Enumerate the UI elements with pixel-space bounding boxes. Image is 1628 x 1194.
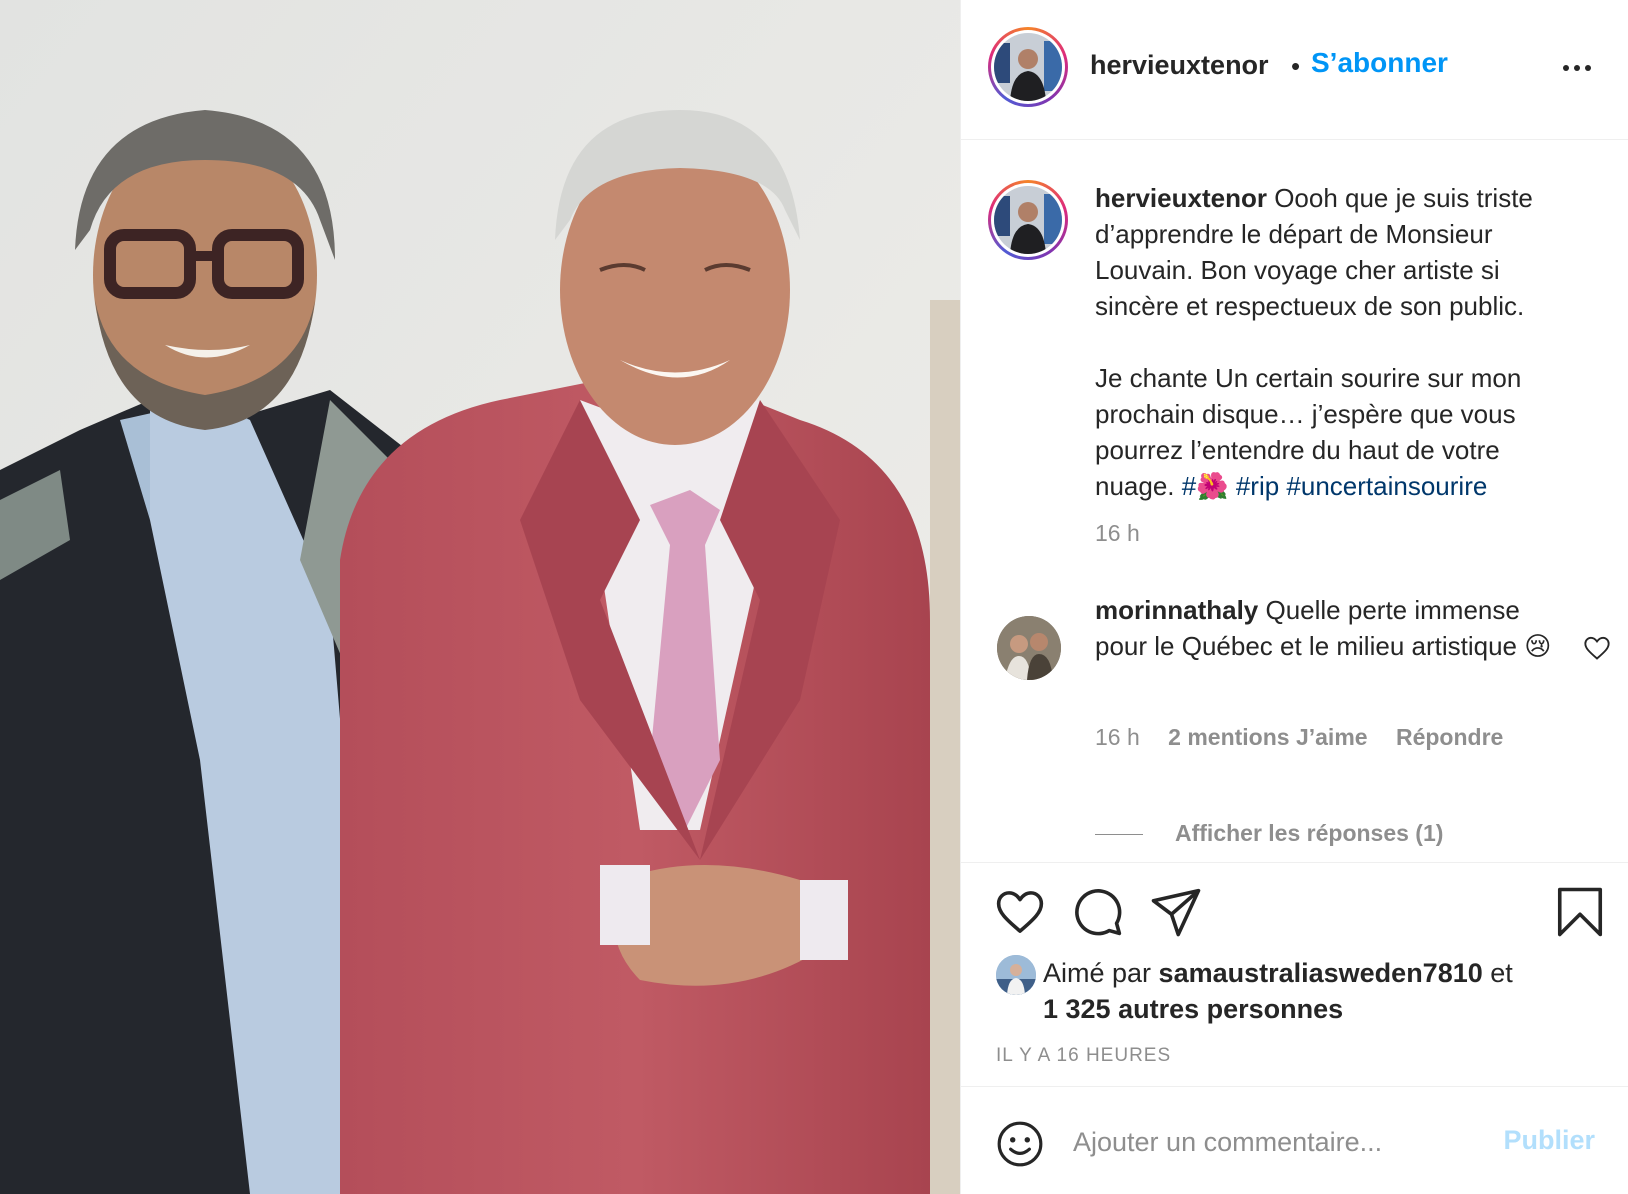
commenter-avatar[interactable] <box>997 616 1061 680</box>
liker-avatar-photo <box>996 955 1036 995</box>
publish-button[interactable]: Publier <box>1503 1125 1595 1156</box>
bookmark-icon[interactable] <box>1553 885 1607 939</box>
post-timestamp[interactable]: IL Y A 16 HEURES <box>996 1045 1171 1067</box>
caption-username[interactable]: hervieuxtenor <box>1095 183 1267 213</box>
author-username[interactable]: hervieuxtenor <box>1090 50 1269 81</box>
share-icon[interactable] <box>1149 885 1203 939</box>
hashtag-flower[interactable]: #🌺 <box>1182 471 1229 501</box>
comment-time[interactable]: 16 h <box>1095 724 1140 750</box>
view-replies-label: Afficher les réponses (1) <box>1175 820 1444 846</box>
caption-avatar-photo <box>994 186 1062 254</box>
commenter-username[interactable]: morinnathaly <box>1095 595 1258 625</box>
reply-button[interactable]: Répondre <box>1396 724 1503 750</box>
post-side-panel: hervieuxtenor • S’abonner hervieuxtenor … <box>960 0 1628 1194</box>
comment-meta: 16 h 2 mentions J’aime Répondre <box>1095 724 1525 751</box>
likes-prefix: Aimé par <box>1043 958 1159 988</box>
add-comment-bar: Publier <box>961 1086 1628 1194</box>
caption-body: Oooh que je suis triste d’apprendre le d… <box>1095 183 1533 501</box>
commenter-avatar-photo <box>997 616 1061 680</box>
liker-avatar[interactable] <box>996 955 1036 995</box>
hashtag-uncertainsourire[interactable]: #uncertainsourire <box>1286 471 1487 501</box>
likes-summary: Aimé par samaustraliasweden7810 et 1 325 … <box>1043 955 1603 1027</box>
caption-time[interactable]: 16 h <box>1095 520 1140 546</box>
liker-username[interactable]: samaustraliasweden7810 <box>1159 958 1483 988</box>
emoji-icon[interactable] <box>995 1119 1045 1169</box>
caption-avatar[interactable] <box>988 180 1068 260</box>
view-replies-button[interactable]: Afficher les réponses (1) <box>1095 820 1443 847</box>
follow-separator: • <box>1291 51 1301 81</box>
more-options-icon[interactable] <box>1559 50 1595 86</box>
author-avatar[interactable] <box>988 27 1068 107</box>
caption-meta: 16 h <box>1095 520 1162 547</box>
post-actions: Aimé par samaustraliasweden7810 et 1 325 … <box>961 862 1628 1086</box>
comment-likes-count[interactable]: 2 mentions J’aime <box>1168 724 1367 750</box>
comment-text: morinnathaly Quelle perte immense pour l… <box>1095 592 1555 664</box>
replies-divider <box>1095 834 1143 836</box>
likes-others-button[interactable]: 1 325 autres personnes <box>1043 994 1343 1024</box>
heart-icon[interactable] <box>993 885 1047 939</box>
follow-button[interactable]: S’abonner <box>1311 47 1448 79</box>
comment-input[interactable] <box>1073 1117 1473 1167</box>
comment-like-heart-icon[interactable] <box>1583 634 1611 662</box>
comments-section[interactable]: hervieuxtenor Oooh que je suis triste d’… <box>961 140 1628 862</box>
likes-connector: et <box>1482 958 1513 988</box>
hashtag-rip[interactable]: #rip <box>1236 471 1279 501</box>
post-photo[interactable] <box>0 0 960 1194</box>
comment-icon[interactable] <box>1071 885 1125 939</box>
caption-text: hervieuxtenor Oooh que je suis triste d’… <box>1095 180 1585 504</box>
post-header: hervieuxtenor • S’abonner <box>961 0 1628 140</box>
author-avatar-photo <box>994 33 1062 101</box>
